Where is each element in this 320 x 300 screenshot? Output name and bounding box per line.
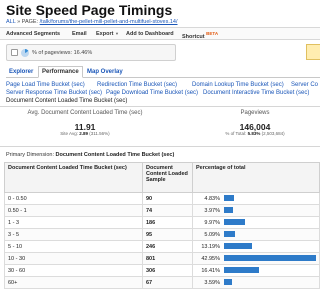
breadcrumb-separator: » (17, 19, 21, 25)
percentage-label: 3.97% (204, 207, 220, 214)
bucket-cell: 10 - 30 (4, 252, 143, 265)
column-header-bucket[interactable]: Document Content Loaded Time Bucket (sec… (4, 162, 143, 193)
sample-cell: 306 (142, 264, 193, 277)
add-to-dashboard-button[interactable]: Add to Dashboard (126, 31, 174, 37)
notification-box (306, 44, 320, 60)
metric-tab-document-content-loaded[interactable]: Document Content Loaded Time Bucket (sec… (6, 97, 127, 106)
table-row: 1 - 3 186 9.97% (4, 216, 320, 229)
table-row: 0 - 0.50 90 4.83% (4, 192, 320, 205)
breadcrumb: ALL » PAGE: /talk/forums/the-pellet-mill… (6, 19, 178, 25)
percentage-label: 5.09% (204, 231, 220, 238)
percentage-label: 13.19% (201, 243, 220, 250)
report-toolbar: Advanced Segments Email Export ▼ Add to … (0, 27, 320, 40)
percentage-bar (224, 195, 234, 202)
summary-right-label: Pageviews (240, 110, 270, 116)
bucket-cell: 0.50 - 1 (4, 204, 143, 217)
email-button[interactable]: Email (72, 31, 87, 37)
divider (0, 106, 320, 107)
percentage-bar (224, 255, 316, 262)
sample-cell: 95 (142, 228, 193, 241)
segment-checkbox[interactable] (11, 49, 18, 56)
percentage-bar (224, 207, 233, 214)
bucket-cell: 5 - 10 (4, 240, 143, 253)
percentage-label: 9.97% (204, 219, 220, 226)
segment-label: % of pageviews: 16.46% (32, 50, 93, 56)
sample-cell: 801 (142, 252, 193, 265)
percentage-label: 4.83% (204, 195, 220, 202)
export-button[interactable]: Export ▼ (96, 31, 119, 37)
percentage-cell: 13.19% (192, 240, 320, 253)
table-row: 0.50 - 1 74 3.97% (4, 204, 320, 217)
table-row: 5 - 10 246 13.19% (4, 240, 320, 253)
breadcrumb-page-label: PAGE: (21, 19, 39, 25)
breadcrumb-all-link[interactable]: ALL (6, 19, 16, 25)
percentage-cell: 9.97% (192, 216, 320, 229)
percentage-bar (224, 279, 232, 286)
shortcut-button[interactable]: Shortcut BETA (182, 31, 218, 40)
table-row: 3 - 5 95 5.09% (4, 228, 320, 241)
percentage-cell: 16.41% (192, 264, 320, 277)
sample-cell: 67 (142, 276, 193, 289)
bucket-cell: 60+ (4, 276, 143, 289)
bucket-cell: 3 - 5 (4, 228, 143, 241)
primary-dimension-label: Primary Dimension: (6, 152, 54, 158)
bucket-cell: 30 - 60 (4, 264, 143, 277)
column-header-percentage[interactable]: Percentage of total (192, 162, 320, 193)
data-table: Document Content Loaded Time Bucket (sec… (4, 162, 320, 289)
summary-right-sub: % of Total: 5.83% (2,503,684) (225, 131, 285, 136)
chevron-down-icon: ▼ (114, 31, 119, 36)
tab-performance[interactable]: Performance (38, 66, 83, 78)
breadcrumb-page-path[interactable]: /talk/forums/the-pellet-mill-pellet-and-… (40, 19, 178, 25)
table-row: 60+ 67 3.59% (4, 276, 320, 289)
percentage-label: 16.41% (201, 267, 220, 274)
percentage-label: 3.59% (204, 279, 220, 286)
sample-cell: 90 (142, 192, 193, 205)
percentage-bar (224, 219, 245, 226)
percentage-cell: 5.09% (192, 228, 320, 241)
sample-cell: 246 (142, 240, 193, 253)
summary-left-sub: Site Avg: 2.89 (311.56%) (60, 131, 110, 136)
column-header-sample[interactable]: Document Content Loaded Sample (142, 162, 193, 193)
percentage-cell: 4.83% (192, 192, 320, 205)
segment-box[interactable]: % of pageviews: 16.46% (6, 44, 176, 61)
sample-cell: 74 (142, 204, 193, 217)
percentage-cell: 3.97% (192, 204, 320, 217)
pie-icon (21, 49, 29, 57)
sample-cell: 186 (142, 216, 193, 229)
bucket-cell: 0 - 0.50 (4, 192, 143, 205)
percentage-label: 42.95% (201, 255, 220, 262)
tab-map-overlay[interactable]: Map Overlay (84, 67, 126, 78)
percentage-bar (224, 231, 235, 238)
metric-tab-document-interactive[interactable]: Document Interactive Time Bucket (sec) (203, 89, 309, 98)
advanced-segments-button[interactable]: Advanced Segments (6, 31, 60, 37)
page-title: Site Speed Page Timings (6, 2, 173, 18)
percentage-cell: 3.59% (192, 276, 320, 289)
percentage-bar (224, 243, 252, 250)
beta-badge: BETA (206, 31, 219, 36)
bucket-cell: 1 - 3 (4, 216, 143, 229)
percentage-cell: 42.95% (192, 252, 320, 265)
divider (0, 146, 320, 147)
view-tabs: Explorer Performance Map Overlay (6, 66, 320, 78)
tab-explorer[interactable]: Explorer (6, 67, 36, 78)
primary-dimension-value[interactable]: Document Content Loaded Time Bucket (sec… (56, 152, 175, 158)
summary-left-label: Avg. Document Content Loaded Time (sec) (27, 110, 143, 116)
table-row: 30 - 60 306 16.41% (4, 264, 320, 277)
primary-dimension: Primary Dimension: Document Content Load… (6, 152, 174, 158)
table-row: 10 - 30 801 42.95% (4, 252, 320, 265)
percentage-bar (224, 267, 259, 274)
